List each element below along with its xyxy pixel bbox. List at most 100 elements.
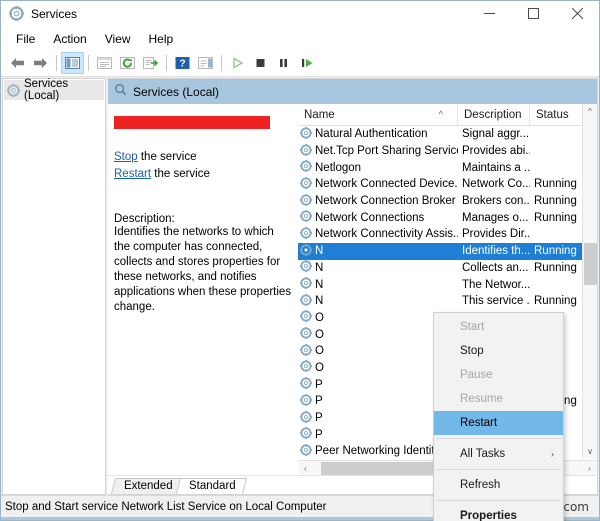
show-hide-console-tree-icon[interactable] xyxy=(61,52,84,74)
service-action-links: Stop the service Restart the service xyxy=(114,149,298,183)
context-menu-separator xyxy=(436,500,561,501)
close-button[interactable] xyxy=(555,1,599,27)
vertical-scroll-track[interactable] xyxy=(583,119,598,444)
stop-service-link[interactable]: Stop xyxy=(114,151,138,163)
menu-file[interactable]: File xyxy=(7,29,44,49)
context-menu-item-stop[interactable]: Stop xyxy=(434,339,563,363)
row-name-label: N xyxy=(315,295,323,307)
services-gear-icon xyxy=(300,194,312,209)
services-gear-icon xyxy=(300,244,312,259)
menu-action[interactable]: Action xyxy=(44,29,95,49)
row-description-cell: Collects an... xyxy=(458,262,530,274)
vertical-scroll-thumb[interactable] xyxy=(584,243,597,285)
forward-arrow-icon[interactable] xyxy=(29,52,52,74)
row-description-cell: Provides Dir... xyxy=(458,228,530,240)
stop-service-icon[interactable] xyxy=(249,52,272,74)
sort-ascending-icon: ^ xyxy=(439,109,443,119)
tab-extended[interactable]: Extended xyxy=(111,478,184,494)
context-menu-item-all-tasks[interactable]: All Tasks› xyxy=(434,442,563,466)
show-action-pane-icon[interactable] xyxy=(194,52,217,74)
context-menu-item-label: Pause xyxy=(460,369,493,381)
row-name-label: O xyxy=(315,362,324,374)
pause-service-icon[interactable] xyxy=(272,52,295,74)
row-status-cell: Running xyxy=(530,195,584,207)
content-pane: Services (Local) Stop the service Restar… xyxy=(108,78,598,495)
row-name-cell: N xyxy=(298,244,458,259)
row-name-cell: Network Connected Device... xyxy=(298,177,458,192)
main-body: Services (Local) Services (Local) xyxy=(1,77,599,495)
services-gear-icon xyxy=(300,177,312,192)
properties-icon[interactable] xyxy=(93,52,116,74)
start-service-icon[interactable] xyxy=(226,52,249,74)
menu-view[interactable]: View xyxy=(96,29,140,49)
column-header-description[interactable]: Description xyxy=(458,104,530,125)
table-row[interactable]: NThis service ...Running xyxy=(298,293,597,310)
back-arrow-icon[interactable] xyxy=(6,52,29,74)
restart-service-link-suffix: the service xyxy=(151,168,210,180)
restart-service-icon[interactable] xyxy=(295,52,318,74)
toolbar-separator xyxy=(166,55,167,71)
row-description-cell: Network Co... xyxy=(458,178,530,190)
sidebar-item-services-local[interactable]: Services (Local) xyxy=(4,80,104,100)
maximize-button[interactable] xyxy=(511,1,555,27)
column-header-name[interactable]: Name ^ xyxy=(298,104,458,125)
menu-help[interactable]: Help xyxy=(140,29,183,49)
row-status-cell: Running xyxy=(530,262,584,274)
table-row[interactable]: Natural AuthenticationSignal aggr... xyxy=(298,126,597,143)
tab-standard[interactable]: Standard xyxy=(176,478,247,494)
sidebar-item-label: Services (Local) xyxy=(24,78,104,102)
help-icon[interactable]: ? xyxy=(171,52,194,74)
context-menu-item-refresh[interactable]: Refresh xyxy=(434,473,563,497)
row-name-label: O xyxy=(315,312,324,324)
row-name-label: O xyxy=(315,345,324,357)
row-name-label: Network Connected Device... xyxy=(315,178,458,190)
context-menu[interactable]: StartStopPauseResumeRestartAll Tasks›Ref… xyxy=(433,312,564,521)
refresh-icon[interactable] xyxy=(116,52,139,74)
minimize-button[interactable] xyxy=(467,1,511,27)
services-gear-icon xyxy=(300,427,312,442)
services-gear-icon xyxy=(300,210,312,225)
row-name-cell: Netlogon xyxy=(298,160,458,175)
services-gear-icon xyxy=(300,160,312,175)
table-row[interactable]: Net.Tcp Port Sharing ServiceProvides abi… xyxy=(298,143,597,160)
table-row[interactable]: Network Connectivity Assis...Provides Di… xyxy=(298,226,597,243)
row-name-label: P xyxy=(315,412,323,424)
context-menu-item-restart[interactable]: Restart xyxy=(434,411,563,435)
services-window: Services File Action View Help xyxy=(0,0,600,521)
stop-service-link-suffix: the service xyxy=(138,151,197,163)
column-header-status[interactable]: Status xyxy=(530,104,584,125)
scroll-down-arrow-icon[interactable]: ∨ xyxy=(583,444,598,459)
services-gear-icon xyxy=(300,227,312,242)
table-row[interactable]: Network ConnectionsManages o...Running xyxy=(298,209,597,226)
context-menu-item-label: Properties xyxy=(460,510,517,521)
table-row[interactable]: NThe Networ... xyxy=(298,276,597,293)
row-name-label: Natural Authentication xyxy=(315,128,428,140)
detail-pane-title: Services (Local) xyxy=(133,85,219,99)
context-menu-item-properties[interactable]: Properties xyxy=(434,504,563,521)
services-gear-icon xyxy=(300,310,312,325)
table-row[interactable]: NetlogonMaintains a ... xyxy=(298,159,597,176)
description-text: Identifies the networks to which the com… xyxy=(114,225,292,315)
table-row[interactable]: NCollects an...Running xyxy=(298,260,597,277)
list-vertical-scrollbar[interactable]: ^ ∨ xyxy=(582,104,597,459)
scroll-up-arrow-icon[interactable]: ^ xyxy=(583,104,598,119)
context-menu-item-label: Start xyxy=(460,321,484,333)
row-name-cell: Network Connectivity Assis... xyxy=(298,227,458,242)
chevron-right-icon: › xyxy=(551,449,554,459)
services-gear-icon xyxy=(300,327,312,342)
scroll-left-arrow-icon[interactable]: ‹ xyxy=(298,461,313,476)
services-gear-icon xyxy=(300,444,312,459)
table-row[interactable]: NIdentifies th...Running xyxy=(298,243,597,260)
export-list-icon[interactable] xyxy=(139,52,162,74)
stop-service-link-line: Stop the service xyxy=(114,149,298,166)
detail-pane-header: Services (Local) xyxy=(108,79,298,104)
row-name-label: N xyxy=(315,245,323,257)
row-name-label: P xyxy=(315,429,323,441)
table-row[interactable]: Network Connection BrokerBrokers con...R… xyxy=(298,193,597,210)
row-description-cell: The Networ... xyxy=(458,279,530,291)
table-row[interactable]: Network Connected Device...Network Co...… xyxy=(298,176,597,193)
row-name-label: Network Connectivity Assis... xyxy=(315,228,458,240)
restart-service-link[interactable]: Restart xyxy=(114,168,151,180)
row-name-cell: N xyxy=(298,277,458,292)
scroll-right-arrow-icon[interactable]: › xyxy=(582,461,597,476)
